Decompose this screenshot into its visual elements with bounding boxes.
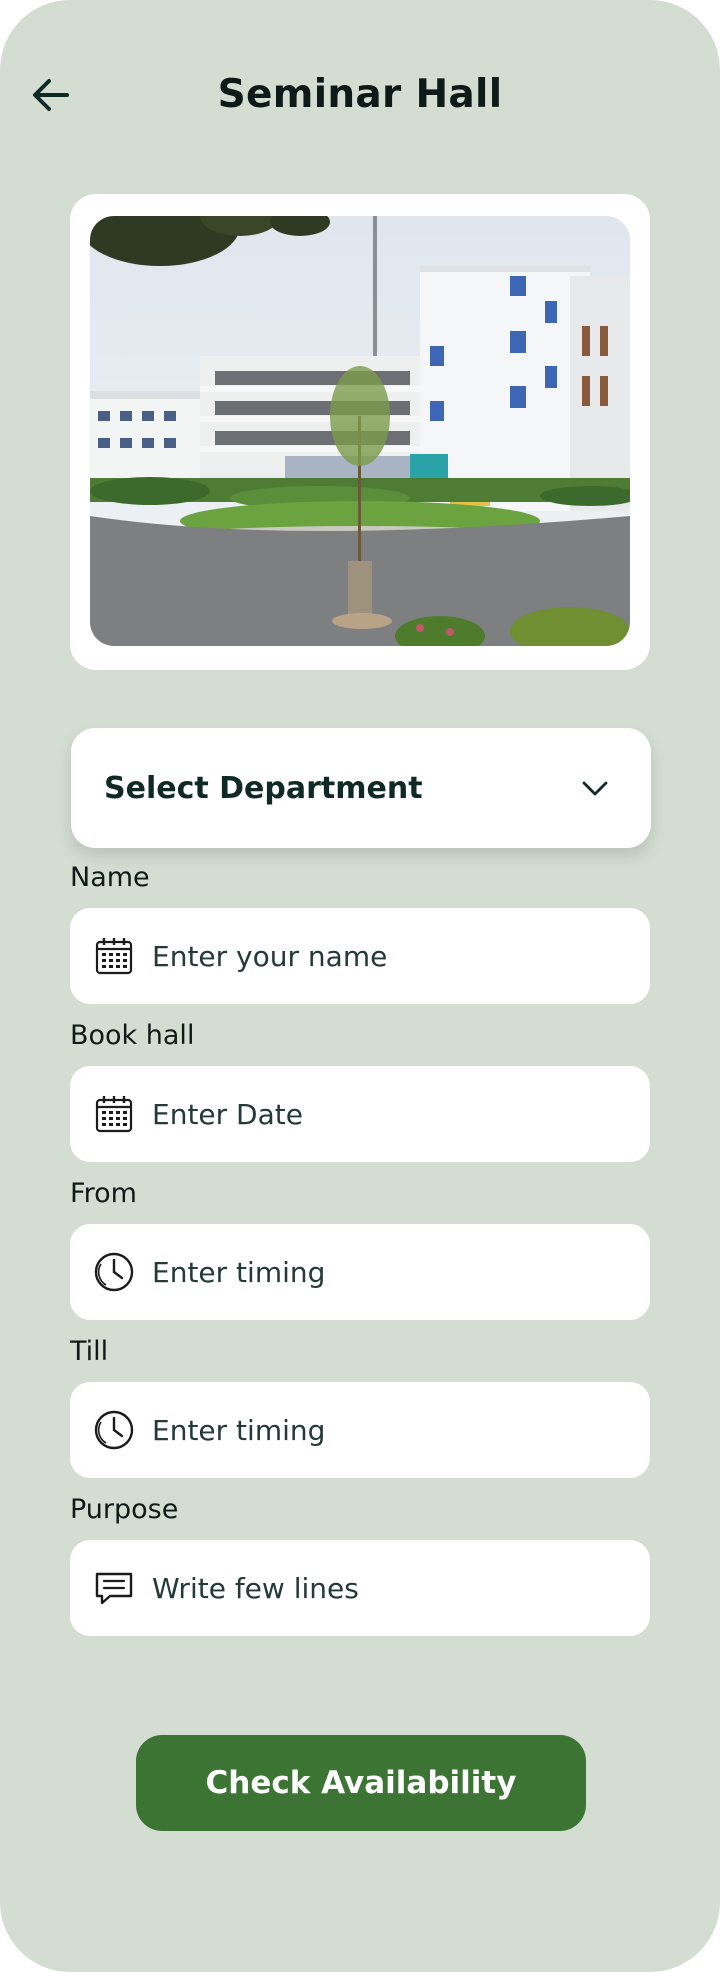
clock-icon bbox=[94, 1410, 134, 1450]
till-time-input[interactable] bbox=[152, 1382, 630, 1478]
seminar-hall-screen: Seminar Hall Select Department Name Ente… bbox=[0, 0, 720, 1972]
name-field[interactable] bbox=[70, 908, 650, 1004]
calendar-icon bbox=[95, 1096, 133, 1133]
purpose-field[interactable] bbox=[70, 1540, 650, 1636]
page-title: Seminar Hall bbox=[217, 72, 503, 117]
from-label: From bbox=[70, 1178, 137, 1209]
from-time-field[interactable] bbox=[70, 1224, 650, 1320]
name-label: Name bbox=[70, 862, 150, 893]
chevron-down-icon bbox=[582, 781, 608, 796]
book-hall-label: Book hall bbox=[70, 1020, 195, 1051]
message-icon bbox=[95, 1572, 133, 1605]
department-select-label: Select Department bbox=[104, 770, 423, 806]
purpose-label: Purpose bbox=[70, 1494, 179, 1525]
clock-icon bbox=[94, 1252, 134, 1292]
department-select[interactable]: Select Department bbox=[71, 728, 651, 848]
calendar-icon bbox=[95, 938, 133, 975]
till-time-field[interactable] bbox=[70, 1382, 650, 1478]
name-input[interactable] bbox=[152, 908, 630, 1004]
hall-photo-card bbox=[70, 194, 650, 670]
hall-photo bbox=[90, 216, 630, 646]
check-availability-button[interactable]: Check Availability bbox=[136, 1735, 586, 1831]
purpose-input[interactable] bbox=[152, 1540, 630, 1636]
till-label: Till bbox=[70, 1336, 109, 1367]
date-input[interactable] bbox=[152, 1066, 630, 1162]
date-field[interactable] bbox=[70, 1066, 650, 1162]
from-time-input[interactable] bbox=[152, 1224, 630, 1320]
